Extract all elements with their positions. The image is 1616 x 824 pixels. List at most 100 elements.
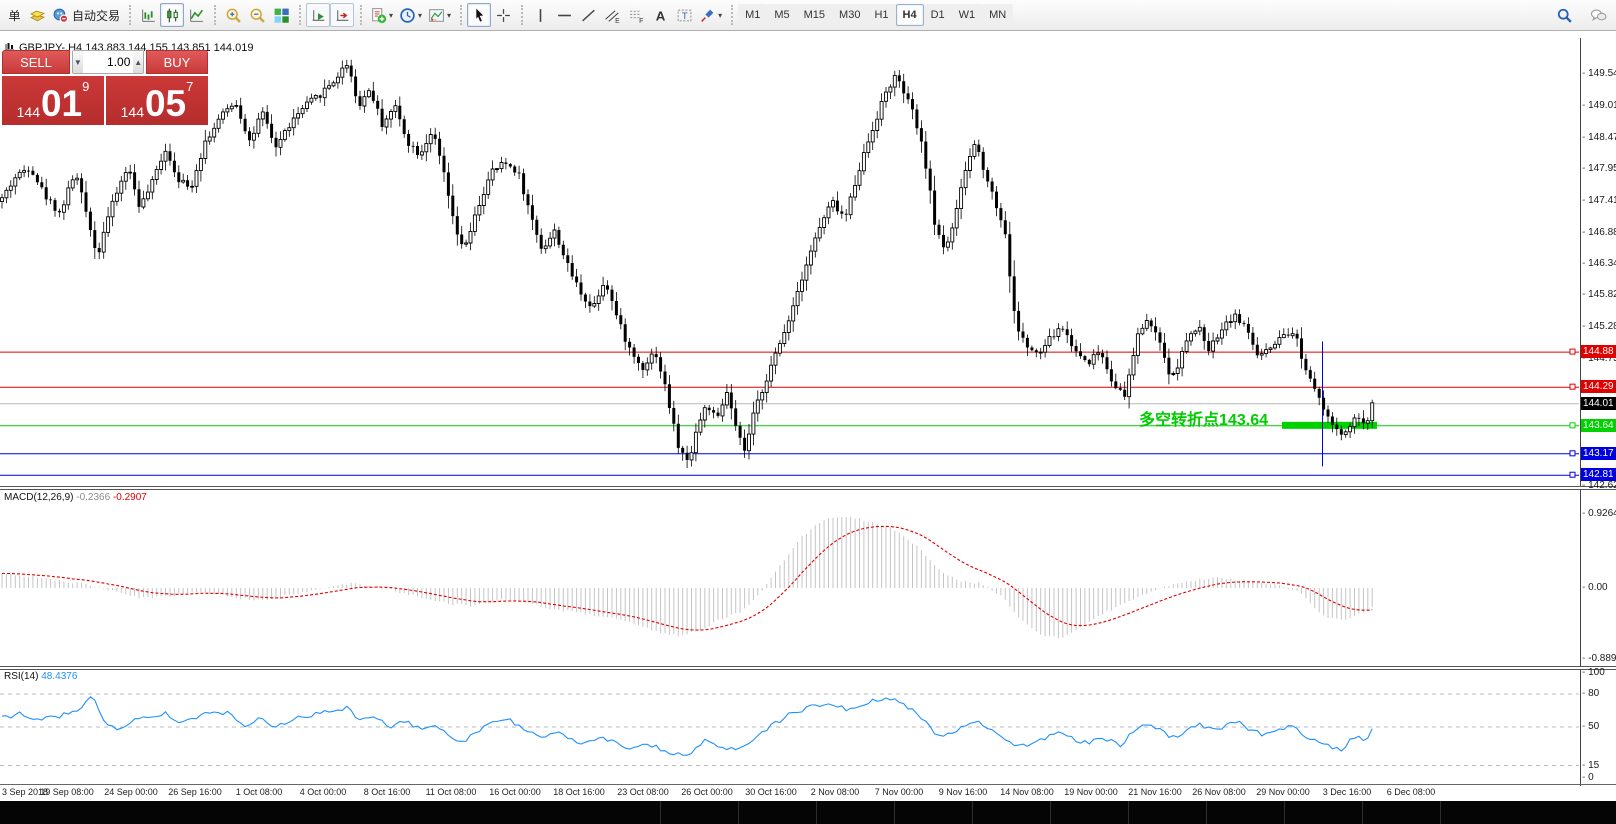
- date-label: 3 Dec 16:00: [1316, 787, 1378, 797]
- date-label: 4 Oct 00:00: [292, 787, 354, 797]
- vertical-line-button[interactable]: [528, 3, 552, 27]
- toolbar-group: [126, 0, 211, 30]
- bottom-strip-divider: [1284, 801, 1285, 824]
- timeframe-d1-button-label: D1: [931, 9, 945, 21]
- chevron-down-icon: ▾: [389, 11, 393, 20]
- volume-increase-button[interactable]: ▲: [133, 51, 143, 73]
- macd-tick-label: 0.00: [1582, 582, 1616, 593]
- volume-stepper: ▼ ▲: [72, 50, 144, 74]
- sell-price-prefix: 144: [17, 102, 40, 122]
- rsi-tick-label: 15: [1582, 760, 1616, 771]
- cursor-button[interactable]: [467, 3, 491, 27]
- timeframe-h4-button[interactable]: H4: [896, 4, 924, 26]
- trendline-button[interactable]: [576, 3, 600, 27]
- price-tick-label: 147.95: [1582, 163, 1616, 174]
- timeframe-m5-button[interactable]: M5: [767, 4, 796, 26]
- bear-candles: [27, 66, 1365, 460]
- auto-scroll-button[interactable]: [306, 3, 330, 27]
- date-label: 1 Oct 08:00: [228, 787, 290, 797]
- timeframe-m1-button[interactable]: M1: [738, 4, 767, 26]
- timeframe-w1-button[interactable]: W1: [952, 4, 983, 26]
- fibonacci-button[interactable]: F: [624, 3, 648, 27]
- price-tick-label: 146.34: [1582, 258, 1616, 269]
- pane-separator[interactable]: [0, 486, 1616, 490]
- label-button[interactable]: T: [672, 3, 696, 27]
- level-line-handle[interactable]: [1570, 423, 1575, 428]
- rsi-tick-label: 0: [1582, 772, 1616, 783]
- tile-windows-button[interactable]: [269, 3, 293, 27]
- bottom-strip-divider: [1362, 801, 1363, 824]
- chart-shift-button[interactable]: [330, 3, 354, 27]
- buy-button[interactable]: BUY: [146, 50, 208, 74]
- mt4-window: 单自动交易▾▾▾EFAT▾M1M5M15M30H1H4D1W1MN GBPJPY…: [0, 0, 1616, 824]
- level-line-handle[interactable]: [1570, 451, 1575, 456]
- periods-button[interactable]: ▾: [396, 3, 425, 27]
- chat-button[interactable]: [1586, 3, 1610, 27]
- rsi-pane[interactable]: [0, 694, 1580, 766]
- chat-icon: [1590, 7, 1607, 24]
- date-label: 21 Nov 16:00: [1124, 787, 1186, 797]
- svg-text:F: F: [639, 17, 643, 23]
- timeframe-w1-button-label: W1: [959, 9, 976, 21]
- buy-price-display[interactable]: 144057: [106, 76, 208, 125]
- gold-icon: [29, 7, 46, 24]
- price-tick-label: 149.01: [1582, 100, 1616, 111]
- indicators-button[interactable]: ▾: [367, 3, 396, 27]
- sell-price-display[interactable]: 144019: [2, 76, 104, 125]
- level-line-handle[interactable]: [1570, 472, 1575, 477]
- macd-pane[interactable]: [2, 517, 1372, 638]
- chart-panes[interactable]: [0, 60, 1580, 766]
- sell-button[interactable]: SELL: [2, 50, 70, 74]
- zoom-in-button[interactable]: [221, 3, 245, 27]
- volume-up-icon: ▲: [134, 58, 142, 67]
- tile-icon: [273, 7, 290, 24]
- search-button[interactable]: [1552, 3, 1576, 27]
- level-line-handle[interactable]: [1570, 349, 1575, 354]
- toolbar-right: [1552, 0, 1610, 30]
- timeframe-d1-button[interactable]: D1: [924, 4, 952, 26]
- macd-histogram: [2, 517, 1372, 638]
- date-label: 16 Oct 00:00: [484, 787, 546, 797]
- date-label: 26 Nov 08:00: [1188, 787, 1250, 797]
- price-chart-canvas[interactable]: [0, 38, 1616, 804]
- timeframe-m15-button-label: M15: [804, 9, 825, 21]
- timeframe-m5-button-label: M5: [774, 9, 789, 21]
- vline-icon: [532, 7, 549, 24]
- volume-decrease-button[interactable]: ▼: [73, 51, 83, 73]
- new-order-button[interactable]: 单: [1, 3, 25, 27]
- toolbar-group: M1 M5 M15 M30H1H4 D1 W1 MN: [728, 0, 1016, 30]
- volume-input[interactable]: [83, 51, 134, 73]
- date-label: 8 Oct 16:00: [356, 787, 418, 797]
- line-chart-button[interactable]: [184, 3, 208, 27]
- arrows-button[interactable]: ▾: [696, 3, 725, 27]
- horizontal-line-button[interactable]: [552, 3, 576, 27]
- timeframe-h1-button[interactable]: H1: [867, 4, 895, 26]
- autotrading-button-label: 自动交易: [72, 7, 120, 24]
- hline-icon: [556, 7, 573, 24]
- timeframe-m30-button[interactable]: M30: [832, 4, 867, 26]
- macd-tick-label: 0.9264: [1582, 508, 1616, 519]
- date-label: 29 Nov 00:00: [1252, 787, 1314, 797]
- bottom-strip-divider: [1440, 801, 1441, 824]
- level-line-handle[interactable]: [1570, 384, 1575, 389]
- candlestick-chart-button[interactable]: [160, 3, 184, 27]
- arrows-icon: [699, 7, 716, 24]
- text-button[interactable]: A: [648, 3, 672, 27]
- autotrading-button[interactable]: 自动交易: [49, 3, 123, 27]
- rsi-tick-label: 100: [1582, 667, 1616, 678]
- new-order-button-label: 单: [8, 7, 20, 24]
- price-level-label: 144.29: [1581, 380, 1616, 393]
- pane-separator[interactable]: [0, 666, 1616, 670]
- pivot-annotation: 多空转折点143.64: [1139, 406, 1268, 430]
- gold-button[interactable]: [25, 3, 49, 27]
- macd-indicator-label: MACD(12,26,9) -0.2366 -0.2907: [4, 492, 147, 503]
- zoom-out-button[interactable]: [245, 3, 269, 27]
- svg-text:A: A: [655, 8, 665, 23]
- timeframe-m15-button[interactable]: M15: [797, 4, 832, 26]
- bar-chart-button[interactable]: [136, 3, 160, 27]
- crosshair-button[interactable]: [491, 3, 515, 27]
- templates-button[interactable]: ▾: [425, 3, 454, 27]
- channel-button[interactable]: E: [600, 3, 624, 27]
- timeframe-mn-button[interactable]: MN: [982, 4, 1013, 26]
- date-label: 24 Sep 00:00: [100, 787, 162, 797]
